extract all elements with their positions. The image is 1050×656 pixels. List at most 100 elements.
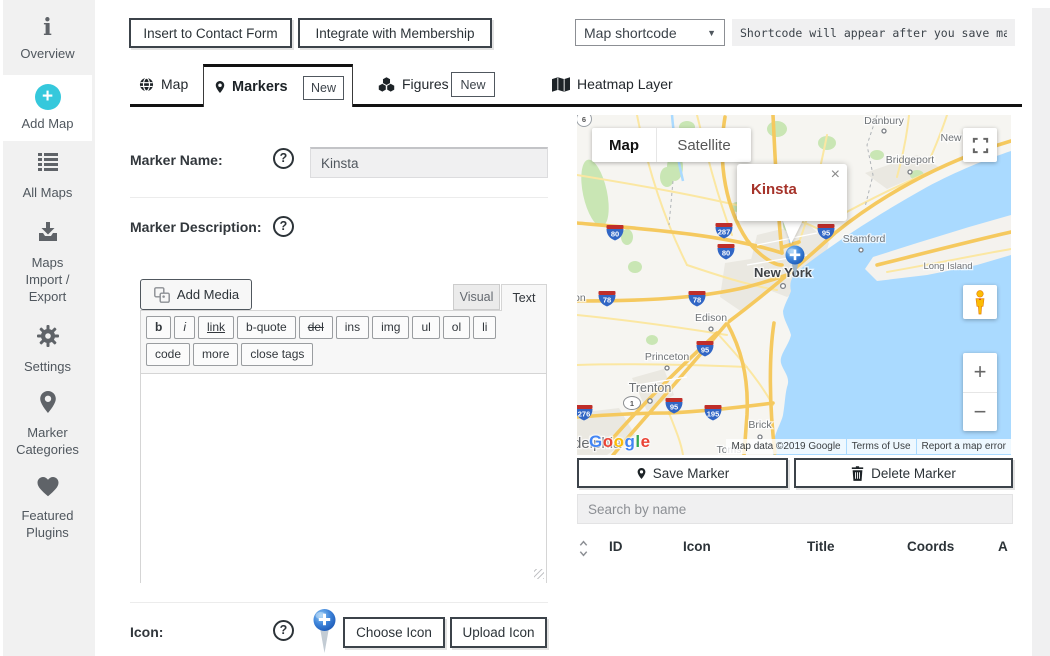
column-header-id[interactable]: ID bbox=[609, 539, 623, 554]
shield-label: 95 bbox=[670, 403, 678, 412]
map-marker[interactable] bbox=[783, 245, 807, 279]
google-logo-letter: G bbox=[589, 432, 603, 451]
qt-more-button[interactable]: more bbox=[193, 343, 238, 366]
map-shortcode-select[interactable]: Map shortcode ▼ bbox=[575, 19, 725, 46]
tab-heatmap-layer[interactable]: Heatmap Layer bbox=[552, 76, 673, 92]
choose-icon-button[interactable]: Choose Icon bbox=[343, 617, 445, 648]
marker-name-help-icon[interactable]: ? bbox=[273, 148, 294, 169]
marker-name-input[interactable] bbox=[310, 147, 548, 178]
delete-marker-button[interactable]: Delete Marker bbox=[794, 458, 1013, 488]
marker-pin-icon bbox=[214, 79, 226, 95]
pegman-icon bbox=[973, 290, 987, 315]
google-logo-letter: o bbox=[614, 432, 625, 451]
sort-icon[interactable] bbox=[579, 540, 588, 557]
map-type-map-button[interactable]: Map bbox=[592, 128, 657, 162]
gear-icon bbox=[36, 324, 60, 348]
marker-table-header: ID Icon Title Coords A bbox=[577, 536, 1013, 562]
editor-tab-text[interactable]: Text bbox=[501, 284, 547, 311]
google-logo-letter: g bbox=[625, 432, 636, 451]
editor-tab-visual[interactable]: Visual bbox=[453, 284, 500, 310]
sidebar-item-add-map[interactable]: + Add Map bbox=[0, 75, 92, 141]
map-data-attribution: Map data ©2019 Google bbox=[726, 439, 845, 454]
map-label-stamford: Stamford bbox=[843, 233, 886, 245]
save-marker-button[interactable]: Save Marker bbox=[577, 458, 788, 488]
pegman-control[interactable] bbox=[963, 285, 997, 319]
insert-to-contact-form-button[interactable]: Insert to Contact Form bbox=[129, 18, 292, 48]
map-label-brick: Brick bbox=[748, 419, 772, 431]
qt-ins-button[interactable]: ins bbox=[336, 316, 369, 339]
column-header-title[interactable]: Title bbox=[807, 539, 835, 554]
column-header-action[interactable]: A bbox=[998, 539, 1008, 554]
map-attribution: Map data ©2019 Google Terms of Use Repor… bbox=[725, 439, 1011, 454]
us-route-shield-label: 1 bbox=[630, 399, 634, 408]
qt-bold-button[interactable]: b bbox=[146, 316, 171, 339]
qt-del-button[interactable]: del bbox=[299, 316, 333, 339]
shield-label: 95 bbox=[701, 346, 709, 355]
google-map-canvas[interactable]: 80 287 80 95 78 78 95 95 195 276 1 6 bbox=[577, 115, 1011, 455]
sidebar-item-settings[interactable]: Settings bbox=[3, 324, 92, 375]
markers-new-badge[interactable]: New bbox=[303, 76, 344, 100]
qt-italic-button[interactable]: i bbox=[174, 316, 195, 339]
sidebar-item-label: Maps Import / Export bbox=[11, 254, 85, 305]
sidebar-item-all-maps[interactable]: All Maps bbox=[3, 150, 92, 201]
map-label-bridgeport: Bridgeport bbox=[886, 154, 935, 166]
column-header-coords[interactable]: Coords bbox=[907, 539, 954, 554]
tab-heatmap-label: Heatmap Layer bbox=[577, 76, 673, 92]
zoom-out-button[interactable]: − bbox=[963, 393, 997, 432]
sidebar-item-featured-plugins[interactable]: Featured Plugins bbox=[3, 475, 92, 541]
map-type-satellite-button[interactable]: Satellite bbox=[657, 128, 751, 162]
shortcode-output-field[interactable] bbox=[732, 19, 1015, 46]
marker-search-input[interactable] bbox=[577, 494, 1013, 524]
textarea-resize-handle[interactable] bbox=[534, 569, 544, 579]
terms-of-use-link[interactable]: Terms of Use bbox=[847, 439, 916, 454]
qt-ol-button[interactable]: ol bbox=[443, 316, 470, 339]
google-logo-letter: e bbox=[641, 432, 651, 451]
fullscreen-button[interactable] bbox=[963, 128, 997, 162]
qt-ul-button[interactable]: ul bbox=[412, 316, 439, 339]
wp-google-maps-page: i Overview + Add Map All Maps Maps Impor… bbox=[0, 0, 1050, 656]
map-label-long-island: Long Island bbox=[923, 261, 972, 272]
map-label-edison: Edison bbox=[695, 312, 727, 324]
qt-blockquote-button[interactable]: b-quote bbox=[237, 316, 296, 339]
tab-map-label: Map bbox=[161, 76, 188, 92]
integrate-with-membership-button[interactable]: Integrate with Membership bbox=[298, 18, 492, 48]
globe-icon bbox=[139, 77, 154, 92]
marker-description-help-icon[interactable]: ? bbox=[273, 216, 294, 237]
download-icon bbox=[36, 220, 60, 244]
figures-new-badge[interactable]: New bbox=[451, 72, 495, 97]
shield-label: 80 bbox=[611, 230, 619, 239]
icon-help-icon[interactable]: ? bbox=[273, 620, 294, 641]
shield-label: 78 bbox=[693, 296, 701, 305]
qt-img-button[interactable]: img bbox=[372, 316, 409, 339]
report-map-error-link[interactable]: Report a map error bbox=[917, 439, 1011, 454]
qt-li-button[interactable]: li bbox=[473, 316, 496, 339]
marker-name-label: Marker Name: bbox=[130, 152, 223, 168]
qt-code-button[interactable]: code bbox=[146, 343, 190, 366]
info-icon: i bbox=[43, 14, 52, 41]
tab-figures[interactable]: Figures bbox=[378, 76, 449, 92]
folded-map-icon bbox=[552, 77, 570, 92]
zoom-in-button[interactable]: + bbox=[963, 353, 997, 393]
tab-markers[interactable]: Markers New bbox=[203, 64, 353, 107]
map-type-control: Map Satellite bbox=[592, 128, 751, 162]
tab-markers-label: Markers bbox=[232, 79, 288, 95]
add-media-button[interactable]: Add Media bbox=[140, 279, 252, 310]
tab-map[interactable]: Map bbox=[139, 76, 188, 92]
qt-link-button[interactable]: link bbox=[198, 316, 234, 339]
google-logo[interactable]: Google bbox=[589, 432, 651, 452]
plus-circle-icon: + bbox=[35, 84, 61, 110]
sidebar-item-maps-import-export[interactable]: Maps Import / Export bbox=[3, 220, 92, 305]
sidebar-item-label: Featured Plugins bbox=[11, 507, 85, 541]
infowindow-close-icon[interactable]: × bbox=[831, 166, 840, 184]
shield-label: 80 bbox=[722, 249, 730, 258]
sidebar-item-marker-categories[interactable]: Marker Categories bbox=[3, 390, 92, 458]
qt-close-tags-button[interactable]: close tags bbox=[241, 343, 313, 366]
marker-description-textarea[interactable] bbox=[141, 373, 546, 583]
list-icon bbox=[36, 150, 60, 174]
shield-label: 287 bbox=[718, 228, 731, 237]
shield-label: 195 bbox=[707, 410, 720, 419]
sidebar-item-label: Marker Categories bbox=[7, 424, 89, 458]
sidebar-item-overview[interactable]: i Overview bbox=[3, 16, 92, 62]
column-header-icon[interactable]: Icon bbox=[683, 539, 711, 554]
upload-icon-button[interactable]: Upload Icon bbox=[450, 617, 547, 648]
